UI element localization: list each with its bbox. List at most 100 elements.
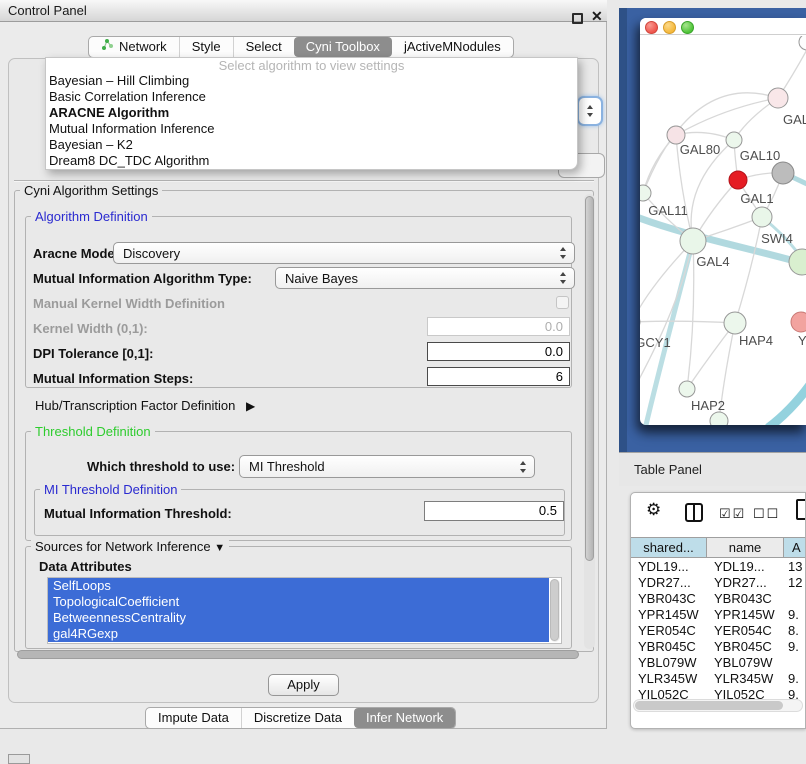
mi-type-label: Mutual Information Algorithm Type: [33,271,252,286]
mi-type-select[interactable]: Naive Bayes [275,267,575,289]
table-panel-title: Table Panel [634,453,702,486]
deselect-checkboxes-icon[interactable]: ☐☐ [753,506,780,522]
table-row[interactable]: YBL079WYBL079W [631,655,805,671]
selected-value: Naive Bayes [285,268,358,289]
network-canvas[interactable]: GAL80 GAL10 GAL GAL11 GAL1 SWI4 GAL4 GCY… [640,36,806,425]
table-row[interactable]: YDR27...YDR27...12 [631,575,805,591]
node-gal10[interactable] [726,132,742,148]
cell: YPR145W [631,607,707,623]
tab-network[interactable]: Network [89,37,179,57]
list-scrollbar[interactable] [550,579,560,642]
dpi-tolerance-label: DPI Tolerance [0,1]: [33,346,153,361]
table-header-row: shared... name A [631,537,805,558]
dropdown-item[interactable]: Dream8 DC_TDC Algorithm [46,153,577,169]
expand-arrow-icon[interactable]: ▶ [246,399,255,413]
tab-label: jActiveMNodules [404,37,501,57]
column-header-partial[interactable]: A [784,538,805,557]
dock-panel-icon[interactable] [8,754,30,764]
mi-threshold-group: MI Threshold Definition Mutual Informati… [34,489,565,536]
node-red[interactable] [729,171,747,189]
sources-toggle[interactable]: Sources for Network Inference ▼ [31,539,229,556]
cell: 13 [784,559,805,575]
node-hap4[interactable] [724,312,746,334]
list-item[interactable]: gal4RGexp [48,626,549,642]
list-item[interactable]: SelfLoops [48,578,549,594]
hub-definition-toggle[interactable]: Hub/Transcription Factor Definition ▶ [35,398,255,413]
scrollbar-thumb[interactable] [550,579,559,641]
table-row[interactable]: YBR043CYBR043C [631,591,805,607]
bottom-tabbar: Impute Data Discretize Data Infer Networ… [145,707,456,729]
tab-style[interactable]: Style [179,37,233,57]
node-label: GAL1 [740,191,773,206]
node-gal1[interactable] [752,207,772,227]
table-row[interactable]: YBR045CYBR045C9. [631,639,805,655]
column-header-name[interactable]: name [707,538,784,557]
node-gray[interactable] [772,162,794,184]
network-view-window[interactable]: GAL80 GAL10 GAL GAL11 GAL1 SWI4 GAL4 GCY… [640,18,806,425]
collapse-arrow-icon[interactable]: ▼ [214,542,225,554]
scrollbar-thumb[interactable] [585,196,594,561]
kernel-width-field[interactable]: 0.0 [427,317,570,336]
list-item[interactable]: BetweennessCentrality [48,610,549,626]
cell: YBR045C [631,639,707,655]
cell: YER054C [631,623,707,639]
node-partial-bottom[interactable] [710,412,728,425]
close-traffic-light[interactable] [645,21,658,34]
top-tabbar: Network Style Select Cyni Toolbox jActiv… [88,36,514,58]
dropdown-item[interactable]: Bayesian – K2 [46,137,577,153]
node-y-partial[interactable] [791,312,806,332]
document-icon[interactable] [796,499,806,520]
network-window-titlebar[interactable] [640,18,806,35]
split-columns-icon[interactable] [685,503,703,522]
node-gal4[interactable] [680,228,706,254]
table-row[interactable]: YPR145WYPR145W9. [631,607,805,623]
tab-select[interactable]: Select [233,37,294,57]
which-threshold-select[interactable]: MI Threshold [239,455,535,478]
node-partial-top[interactable] [799,36,806,50]
algorithm-combo-focused-fragment[interactable] [577,96,603,126]
float-window-icon[interactable] [572,13,583,24]
horizontal-scrollbar[interactable] [17,650,579,659]
table-row[interactable]: YDL19...YDL19...13 [631,559,805,575]
algorithm-dropdown-list: Select algorithm to view settings Bayesi… [45,57,578,170]
mi-steps-field[interactable]: 6 [427,367,570,386]
tab-discretize-data[interactable]: Discretize Data [241,708,354,728]
node-swi4[interactable] [789,249,806,275]
list-item[interactable]: TopologicalCoefficient [48,594,549,610]
tab-label: Infer Network [366,708,443,728]
table-row[interactable]: YER054CYER054C8. [631,623,805,639]
node-gal11[interactable] [640,185,651,201]
tab-impute-data[interactable]: Impute Data [146,708,241,728]
kernel-width-label: Kernel Width (0,1): [33,321,148,336]
cell: YBR043C [631,591,707,607]
vertical-scrollbar[interactable] [584,194,595,649]
aracne-mode-select[interactable]: Discovery [113,242,575,264]
dropdown-item-aracne[interactable]: ARACNE Algorithm [46,105,577,121]
control-panel-title: Control Panel [8,0,87,22]
minimize-traffic-light[interactable] [663,21,676,34]
tab-cyni-toolbox[interactable]: Cyni Toolbox [294,37,392,57]
table-horizontal-scrollbar[interactable] [633,699,803,712]
select-all-checkboxes-icon[interactable]: ☑☑ [719,506,746,522]
node-label: GAL10 [740,148,780,163]
scrollbar-thumb[interactable] [635,701,783,710]
node-gal-partial[interactable] [768,88,788,108]
node-hap2[interactable] [679,381,695,397]
close-icon[interactable]: ✕ [591,8,603,25]
column-header-shared[interactable]: shared... [631,538,707,557]
dropdown-item[interactable]: Bayesian – Hill Climbing [46,73,577,89]
table-row[interactable]: YLR345WYLR345W9. [631,671,805,687]
manual-kernel-checkbox[interactable] [556,296,569,309]
mi-threshold-field[interactable]: 0.5 [424,501,564,521]
dropdown-item[interactable]: Mutual Information Inference [46,121,577,137]
dropdown-item[interactable]: Basic Correlation Inference [46,89,577,105]
sources-group: Sources for Network Inference ▼ Data Att… [25,546,572,649]
aracne-mode-label: Aracne Mode: [33,246,119,261]
table-panel-header: Table Panel [619,452,806,486]
tab-infer-network[interactable]: Infer Network [354,708,455,728]
zoom-traffic-light[interactable] [681,21,694,34]
gear-icon[interactable]: ⚙ [646,500,661,520]
tab-jactivemnodules[interactable]: jActiveMNodules [392,37,513,57]
apply-button[interactable]: Apply [268,674,339,696]
dpi-tolerance-field[interactable]: 0.0 [427,342,570,361]
